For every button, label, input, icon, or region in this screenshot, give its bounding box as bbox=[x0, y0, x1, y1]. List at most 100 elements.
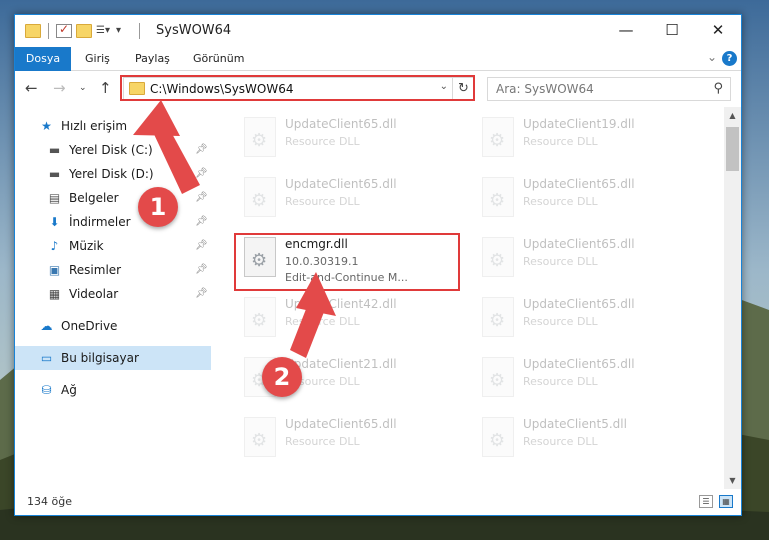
nav-item-local-disk-d[interactable]: ▬ Yerel Disk (D:) 📌︎ bbox=[15, 162, 211, 186]
file-description: Resource DLL bbox=[523, 435, 598, 448]
vertical-scrollbar[interactable]: ▲ ▼ bbox=[724, 107, 741, 489]
file-name: UpdateClient19.dll bbox=[523, 117, 635, 131]
nav-item-music[interactable]: ♪ Müzik 📌︎ bbox=[15, 234, 211, 258]
dll-file-icon: ⚙ bbox=[482, 177, 514, 217]
tab-share[interactable]: Paylaş bbox=[123, 47, 182, 71]
nav-label: Belgeler bbox=[69, 191, 119, 205]
file-tile[interactable]: ⚙ UpdateClient65.dll Resource DLL bbox=[237, 111, 457, 167]
up-arrow-icon[interactable]: ↑ bbox=[99, 79, 112, 97]
pin-icon[interactable]: 📌︎ bbox=[195, 258, 208, 282]
file-tile[interactable]: ⚙ UpdateClient65.dll Resource DLL bbox=[237, 411, 457, 467]
documents-icon: ▤ bbox=[48, 191, 61, 205]
scroll-thumb[interactable] bbox=[726, 127, 739, 171]
file-description: Resource DLL bbox=[285, 435, 360, 448]
drive-icon: ▬ bbox=[48, 167, 61, 181]
search-icon[interactable]: ⚲ bbox=[713, 81, 723, 96]
file-description: Resource DLL bbox=[523, 195, 598, 208]
file-description: Resource DLL bbox=[285, 195, 360, 208]
file-description: Resource DLL bbox=[523, 135, 598, 148]
nav-quick-access[interactable]: ★ Hızlı erişim bbox=[15, 114, 211, 138]
dll-file-icon: ⚙ bbox=[244, 297, 276, 337]
nav-item-this-pc[interactable]: ▭ Bu bilgisayar bbox=[15, 346, 211, 370]
nav-item-local-disk-c[interactable]: ▬ Yerel Disk (C:) 📌︎ bbox=[15, 138, 211, 162]
file-description: Resource DLL bbox=[285, 315, 360, 328]
pin-icon[interactable]: 📌︎ bbox=[195, 162, 208, 186]
nav-label: Yerel Disk (C:) bbox=[69, 143, 153, 157]
file-tile[interactable]: ⚙ UpdateClient5.dll Resource DLL bbox=[475, 411, 695, 467]
customize-toolbar-icon[interactable]: ☰▾ bbox=[96, 24, 112, 38]
step-1-badge: 1 bbox=[138, 187, 178, 227]
forward-arrow-icon[interactable]: → bbox=[53, 79, 66, 97]
file-tile[interactable]: ⚙ UpdateClient65.dll Resource DLL bbox=[475, 171, 695, 227]
search-placeholder: Ara: SysWOW64 bbox=[496, 82, 594, 96]
minimize-button[interactable]: — bbox=[603, 15, 649, 45]
close-button[interactable]: ✕ bbox=[695, 15, 741, 45]
nav-item-onedrive[interactable]: ☁ OneDrive bbox=[15, 314, 211, 338]
scroll-up-icon[interactable]: ▲ bbox=[724, 107, 741, 124]
new-folder-icon[interactable] bbox=[76, 24, 92, 38]
pin-icon[interactable]: 📌︎ bbox=[195, 234, 208, 258]
file-name: UpdateClient65.dll bbox=[285, 117, 397, 131]
search-input[interactable]: Ara: SysWOW64 ⚲ bbox=[487, 77, 731, 101]
nav-label: Müzik bbox=[69, 239, 104, 253]
pin-icon[interactable]: 📌︎ bbox=[195, 138, 208, 162]
tab-file[interactable]: Dosya bbox=[15, 47, 71, 71]
dropdown-icon[interactable]: ▾ bbox=[116, 24, 132, 38]
tab-home[interactable]: Giriş bbox=[73, 47, 122, 71]
file-tile[interactable]: ⚙ UpdateClient65.dll Resource DLL bbox=[475, 351, 695, 407]
file-tile[interactable]: ⚙ UpdateClient65.dll Resource DLL bbox=[475, 291, 695, 347]
file-description: Resource DLL bbox=[523, 255, 598, 268]
music-icon: ♪ bbox=[50, 239, 59, 253]
nav-label: Yerel Disk (D:) bbox=[69, 167, 154, 181]
pin-icon[interactable]: 📌︎ bbox=[195, 282, 208, 306]
folder-icon[interactable] bbox=[25, 24, 41, 38]
nav-label: Ağ bbox=[61, 383, 77, 397]
maximize-button[interactable]: ☐ bbox=[649, 15, 695, 45]
pictures-icon: ▣ bbox=[48, 263, 61, 277]
back-arrow-icon[interactable]: ← bbox=[25, 79, 38, 97]
file-name: UpdateClient5.dll bbox=[523, 417, 627, 431]
nav-label: Bu bilgisayar bbox=[61, 351, 139, 365]
file-name: UpdateClient65.dll bbox=[285, 417, 397, 431]
details-view-icon[interactable]: ☰ bbox=[699, 495, 713, 508]
nav-item-network[interactable]: ⛁ Ağ bbox=[15, 378, 211, 402]
scroll-down-icon[interactable]: ▼ bbox=[724, 472, 741, 489]
nav-label: Videolar bbox=[69, 287, 119, 301]
file-tile[interactable]: ⚙ UpdateClient19.dll Resource DLL bbox=[475, 111, 695, 167]
nav-item-pictures[interactable]: ▣ Resimler 📌︎ bbox=[15, 258, 211, 282]
navigation-pane: ★ Hızlı erişim ▬ Yerel Disk (C:) 📌︎ ▬ Ye… bbox=[15, 107, 211, 489]
properties-icon[interactable] bbox=[56, 22, 72, 38]
videos-icon: ▦ bbox=[48, 287, 61, 301]
drive-icon: ▬ bbox=[48, 143, 61, 157]
file-highlight bbox=[234, 233, 460, 291]
nav-item-documents[interactable]: ▤ Belgeler 📌︎ bbox=[15, 186, 211, 210]
file-name: UpdateClient65.dll bbox=[523, 357, 635, 371]
tiles-view-icon[interactable]: ▦ bbox=[719, 495, 733, 508]
nav-label: Hızlı erişim bbox=[61, 119, 128, 133]
toolbar-separator bbox=[139, 23, 140, 39]
dll-file-icon: ⚙ bbox=[482, 297, 514, 337]
nav-item-downloads[interactable]: ⬇ İndirmeler 📌︎ bbox=[15, 210, 211, 234]
nav-item-videos[interactable]: ▦ Videolar 📌︎ bbox=[15, 282, 211, 306]
file-description: Resource DLL bbox=[523, 315, 598, 328]
recent-locations-icon[interactable]: ⌄ bbox=[79, 83, 87, 93]
chevron-down-icon[interactable]: ⌄ bbox=[707, 50, 717, 64]
pin-icon[interactable]: 📌︎ bbox=[195, 186, 208, 210]
step-2-badge: 2 bbox=[262, 357, 302, 397]
pin-icon[interactable]: 📌︎ bbox=[195, 210, 208, 234]
quick-access-toolbar: ☰▾ ▾ bbox=[25, 22, 143, 39]
file-tile[interactable]: ⚙ UpdateClient42.dll Resource DLL bbox=[237, 291, 457, 347]
toolbar-separator bbox=[48, 23, 49, 39]
file-name: UpdateClient65.dll bbox=[523, 297, 635, 311]
tab-view[interactable]: Görünüm bbox=[181, 47, 256, 71]
file-tile[interactable]: ⚙ UpdateClient65.dll Resource DLL bbox=[237, 171, 457, 227]
help-button[interactable]: ? bbox=[722, 51, 737, 66]
item-count: 134 öğe bbox=[27, 495, 72, 508]
dll-file-icon: ⚙ bbox=[482, 117, 514, 157]
dll-file-icon: ⚙ bbox=[482, 417, 514, 457]
downloads-icon: ⬇ bbox=[49, 215, 60, 229]
cloud-icon: ☁ bbox=[40, 319, 53, 333]
network-icon: ⛁ bbox=[41, 383, 52, 397]
file-tile[interactable]: ⚙ UpdateClient65.dll Resource DLL bbox=[475, 231, 695, 287]
file-description: Resource DLL bbox=[523, 375, 598, 388]
